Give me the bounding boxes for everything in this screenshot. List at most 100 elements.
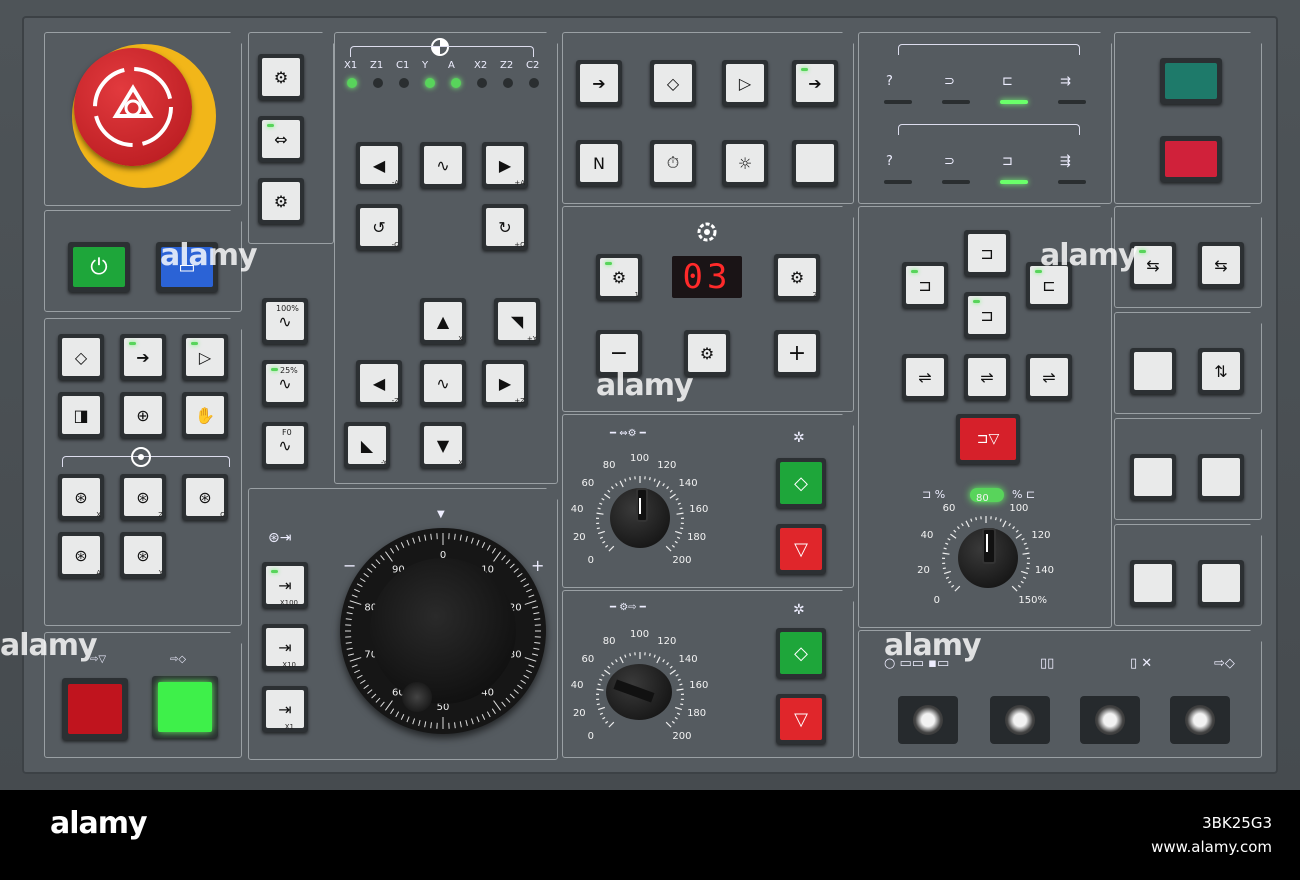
handwheel-tick xyxy=(418,535,421,543)
tailstock-2-button[interactable]: ⇌ xyxy=(964,354,1010,400)
stop-triangle-icon: ▽ xyxy=(780,528,822,570)
handwheel-axis-x-label: X xyxy=(96,511,101,519)
tailstock-stop-button[interactable]: ⊐▽ xyxy=(956,414,1020,464)
machine-lock-button[interactable]: ⊕ xyxy=(120,392,166,438)
single-block-button[interactable]: ➔ xyxy=(120,334,166,380)
mode-mdi-button[interactable]: ▷ xyxy=(722,60,768,106)
spindle-1-button[interactable]: ⚙ 1 xyxy=(596,254,642,300)
handwheel-axis-x-icon: ⊛ xyxy=(62,478,100,516)
key-switch-4[interactable] xyxy=(1170,696,1230,744)
dial-tick xyxy=(605,720,609,724)
key-switch-2[interactable] xyxy=(990,696,1050,744)
increment-x100-button[interactable]: ⇥ X100 xyxy=(262,562,308,608)
dial-label: 150% xyxy=(1018,595,1048,607)
dial-tick xyxy=(602,716,606,720)
spindle-start-button[interactable]: ◇ xyxy=(776,628,826,678)
work-light-button[interactable]: ☼ xyxy=(722,140,768,186)
tool-change-button[interactable]: ⇔ xyxy=(258,116,304,162)
handwheel-axis-icon xyxy=(131,447,151,467)
power-on-button[interactable]: ⏻ xyxy=(68,242,130,292)
dial-tick xyxy=(665,545,672,552)
aux-button-5[interactable] xyxy=(1130,454,1176,500)
blank-mode-button[interactable] xyxy=(792,140,838,186)
turret-tool-up-button[interactable]: ⊐ xyxy=(964,230,1010,276)
turret-tool-down-button[interactable]: ⊐ xyxy=(964,292,1010,338)
turret-index-left-button[interactable]: ⊐ xyxy=(902,262,948,308)
handwheel-axis-z-button[interactable]: ⊛ Z xyxy=(120,474,166,520)
increment-x10-button[interactable]: ⇥ X10 xyxy=(262,624,308,670)
program-restart-button[interactable]: ◇ xyxy=(58,334,104,380)
tool-clamp-button[interactable]: ⚙ xyxy=(258,178,304,224)
spindle-2-button[interactable]: ⚙ 2 xyxy=(774,254,820,300)
aux-button-4[interactable]: ⇅ xyxy=(1198,348,1244,394)
tailstock-1-button[interactable]: ⇌ xyxy=(902,354,948,400)
feed-override-knob[interactable] xyxy=(610,488,670,548)
cycle-start-button[interactable] xyxy=(152,676,218,738)
rapid-100-button[interactable]: ∿ 100% xyxy=(262,298,308,344)
mode-ref-button[interactable]: N xyxy=(576,140,622,186)
increment-x1-button[interactable]: ⇥ X1 xyxy=(262,686,308,732)
aux-button-7[interactable] xyxy=(1130,560,1176,606)
jog-plus-x-button[interactable]: ▲ X xyxy=(420,298,466,344)
handwheel-tick xyxy=(406,539,410,546)
feed-start-button[interactable]: ◇ xyxy=(776,458,826,508)
key-switch-3[interactable] xyxy=(1080,696,1140,744)
tool-unclamp-button[interactable]: ⚙ xyxy=(258,54,304,100)
jog-plus-a-button[interactable]: ▶ +A xyxy=(482,142,528,188)
spindle-override-knob[interactable] xyxy=(606,664,672,720)
jog-minus-x-button[interactable]: ▼ X xyxy=(420,422,466,468)
feed-hold-button[interactable] xyxy=(62,678,128,740)
aux-button-3[interactable] xyxy=(1130,348,1176,394)
dial-tick xyxy=(604,493,611,499)
dial-tick xyxy=(615,659,618,663)
handwheel-tick xyxy=(412,537,416,544)
footer-site: www.alamy.com xyxy=(1151,838,1272,856)
handwheel-axis-a-button[interactable]: ⊛ A xyxy=(58,532,104,578)
jog-rapid-button[interactable]: ∿ xyxy=(420,142,466,188)
tailstock-3-button[interactable]: ⇌ xyxy=(1026,354,1072,400)
feed-stop-button[interactable]: ▽ xyxy=(776,524,826,574)
tailstock-pressure-knob[interactable] xyxy=(958,528,1018,588)
dial-label: 200 xyxy=(672,731,692,743)
lamp-icon: ☼ xyxy=(726,144,764,182)
axis-label-c1: C1 xyxy=(396,60,410,71)
key-switch-2-icon: ▯▯ xyxy=(1040,656,1055,671)
jog-plus-y-button[interactable]: ◥ +Y xyxy=(494,298,540,344)
block-skip-button[interactable]: ▷ xyxy=(182,334,228,380)
dial-tick xyxy=(1015,529,1019,533)
handwheel-axis-x-button[interactable]: ⊛ X xyxy=(58,474,104,520)
rapid-25-led xyxy=(271,368,278,371)
rapid-25-button[interactable]: ∿ 25% xyxy=(262,360,308,406)
handwheel-tick xyxy=(384,700,393,711)
mode-edit-button[interactable]: ➔ xyxy=(576,60,622,106)
power-off-lamp xyxy=(1160,136,1222,182)
handwheel[interactable]: 0 10 20 30 40 50 60 70 80 90 xyxy=(340,528,546,734)
spindle-increment-button[interactable]: + xyxy=(774,330,820,376)
optional-stop-button[interactable]: ✋ xyxy=(182,392,228,438)
handwheel-axis-y-button[interactable]: ⊛ Y xyxy=(120,532,166,578)
mode-handle-button[interactable]: ⏱ xyxy=(650,140,696,186)
jog-minus-z-button[interactable]: ◀ -Z xyxy=(356,360,402,406)
dry-run-button[interactable]: ◨ xyxy=(58,392,104,438)
spindle-stop-button[interactable]: ▽ xyxy=(776,694,826,744)
jog-minus-y-button[interactable]: ◣ -Y xyxy=(344,422,390,468)
axis-led-z2 xyxy=(503,78,513,88)
jog-plus-z-button[interactable]: ▶ +Z xyxy=(482,360,528,406)
handwheel-plus-label: + xyxy=(531,556,545,575)
chuck-status-icon-6: ⊃ xyxy=(944,154,955,169)
jog-plus-c-button[interactable]: ↻ +C xyxy=(482,204,528,250)
jog-rapid-center-button[interactable]: ∿ xyxy=(420,360,466,406)
jog-minus-c-button[interactable]: ↺ -C xyxy=(356,204,402,250)
jog-minus-a-button[interactable]: ◀ -A xyxy=(356,142,402,188)
key-switch-1[interactable] xyxy=(898,696,958,744)
mode-dnc-button[interactable]: ➔ xyxy=(792,60,838,106)
aux-button-8[interactable] xyxy=(1198,560,1244,606)
aux-button-2[interactable]: ⇆ xyxy=(1198,242,1244,288)
aux-button-6[interactable] xyxy=(1198,454,1244,500)
handwheel-crank[interactable] xyxy=(402,682,432,712)
jog-x-label: X xyxy=(458,335,463,343)
handwheel-axis-c-button[interactable]: ⊛ C xyxy=(182,474,228,520)
mode-memory-button[interactable]: ◇ xyxy=(650,60,696,106)
rapid-f0-button[interactable]: ∿ F0 xyxy=(262,422,308,468)
emergency-stop-button[interactable] xyxy=(74,48,192,166)
